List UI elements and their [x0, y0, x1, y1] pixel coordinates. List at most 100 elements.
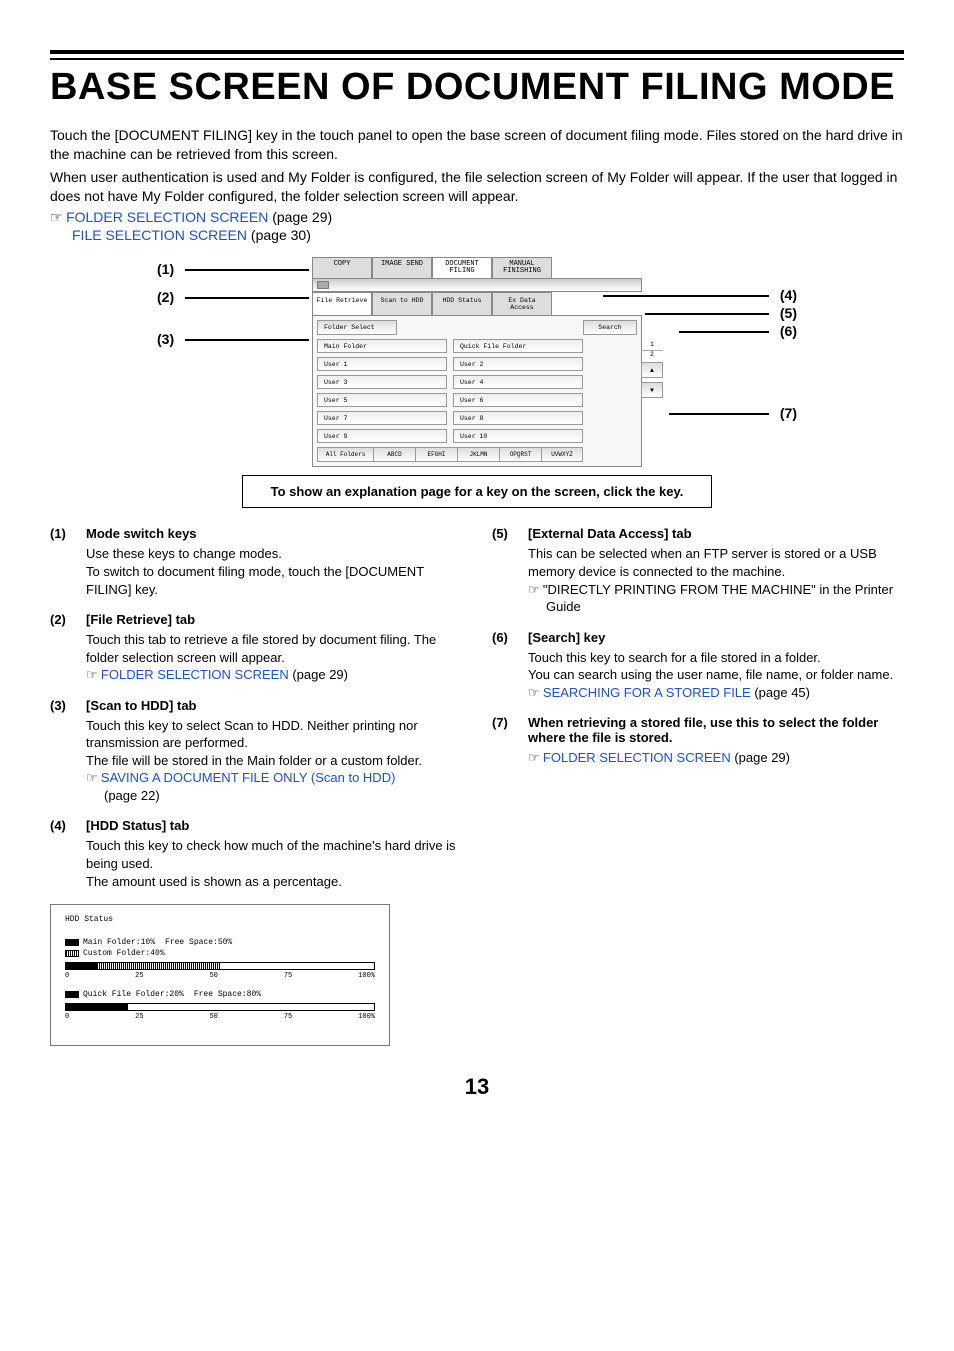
tab-document-filing[interactable]: DOCUMENT FILING: [432, 257, 492, 278]
alpha-uvwxyz[interactable]: UVWXYZ: [541, 447, 583, 462]
link-file-selection[interactable]: FILE SELECTION SCREEN: [72, 227, 247, 243]
tick: 75: [284, 972, 292, 980]
callout-4: (4): [780, 287, 797, 303]
intro-paragraph-2: When user authentication is used and My …: [50, 168, 904, 206]
item-title: [External Data Access] tab: [528, 526, 692, 541]
item-num: (6): [492, 630, 528, 645]
item-5: (5)[External Data Access] tab This can b…: [492, 526, 904, 615]
crossref-1-tail: (page 29): [268, 209, 332, 225]
ref-tail: (page 22): [104, 788, 160, 803]
body-line: Use these keys to change modes.: [86, 546, 282, 561]
item-7: (7)When retrieving a stored file, use th…: [492, 715, 904, 767]
folder-user4[interactable]: User 4: [453, 375, 583, 389]
hdd-free1: Free Space:50%: [165, 938, 232, 947]
tab-image-send[interactable]: IMAGE SEND: [372, 257, 432, 278]
hdd-custom-label: Custom Folder:40%: [65, 949, 165, 958]
page-total: 2: [641, 351, 663, 358]
tab-ex-data-access[interactable]: Ex Data Access: [492, 292, 552, 315]
pointer-icon: ☞: [50, 211, 66, 226]
item-title: Mode switch keys: [86, 526, 197, 541]
folder-user5[interactable]: User 5: [317, 393, 447, 407]
folder-user8[interactable]: User 8: [453, 411, 583, 425]
item-title: [Scan to HDD] tab: [86, 698, 197, 713]
pointer-icon: ☞: [86, 667, 101, 682]
pointer-icon: ☞: [528, 750, 543, 765]
link-folder-selection[interactable]: FOLDER SELECTION SCREEN: [543, 750, 731, 765]
hdd-quick-label: Quick File Folder:20%: [65, 990, 184, 999]
hdd-free2: Free Space:80%: [194, 990, 261, 999]
item-num: (1): [50, 526, 86, 541]
hdd-bar-1: [65, 962, 375, 970]
explanation-note: To show an explanation page for a key on…: [242, 475, 712, 508]
alpha-opqrst[interactable]: OPQRST: [499, 447, 541, 462]
tick: 0: [65, 1013, 69, 1021]
swatch-custom-icon: [65, 950, 79, 957]
body-line: Touch this key to check how much of the …: [86, 838, 456, 871]
page-down-button[interactable]: ▼: [641, 382, 663, 398]
link-scan-to-hdd[interactable]: SAVING A DOCUMENT FILE ONLY (Scan to HDD…: [101, 770, 396, 785]
folder-user2[interactable]: User 2: [453, 357, 583, 371]
folder-user6[interactable]: User 6: [453, 393, 583, 407]
body-line: The file will be stored in the Main fold…: [86, 753, 422, 768]
description-columns: (1)Mode switch keys Use these keys to ch…: [50, 526, 904, 1046]
link-folder-selection[interactable]: FOLDER SELECTION SCREEN: [101, 667, 289, 682]
body-line: Touch this key to search for a file stor…: [528, 650, 821, 665]
tab-hdd-status[interactable]: HDD Status: [432, 292, 492, 315]
alpha-all[interactable]: All Folders: [317, 447, 373, 462]
link-folder-selection[interactable]: FOLDER SELECTION SCREEN: [66, 209, 268, 225]
callout-3: (3): [157, 331, 174, 347]
callout-line: [185, 269, 309, 271]
bar-seg-custom: [97, 963, 220, 969]
ticks-2: 0255075100%: [65, 1013, 375, 1021]
pointer-icon: ☞: [86, 770, 101, 785]
filing-tabs: File Retrieve Scan to HDD HDD Status Ex …: [312, 292, 642, 315]
tab-manual-finishing[interactable]: MANUAL FINISHING: [492, 257, 552, 278]
alpha-efghi[interactable]: EFGHI: [415, 447, 457, 462]
tick: 0: [65, 972, 69, 980]
item-num: (7): [492, 715, 528, 745]
folder-select-button[interactable]: Folder Select: [317, 320, 397, 335]
folder-user3[interactable]: User 3: [317, 375, 447, 389]
tick: 25: [135, 972, 143, 980]
touch-panel: COPY IMAGE SEND DOCUMENT FILING MANUAL F…: [312, 257, 642, 467]
tab-copy[interactable]: COPY: [312, 257, 372, 278]
item-title: When retrieving a stored file, use this …: [528, 715, 904, 745]
status-strip: [312, 278, 642, 292]
item-3: (3)[Scan to HDD] tab Touch this key to s…: [50, 698, 462, 805]
folder-grid: Main Folder Quick File Folder User 1 User …: [317, 339, 637, 443]
item-title: [Search] key: [528, 630, 605, 645]
folder-user10[interactable]: User 10: [453, 429, 583, 443]
folder-quick[interactable]: Quick File Folder: [453, 339, 583, 353]
folder-main[interactable]: Main Folder: [317, 339, 447, 353]
alpha-abcd[interactable]: ABCD: [373, 447, 415, 462]
arrow-down-icon: ▼: [650, 387, 654, 394]
tab-scan-to-hdd[interactable]: Scan to HDD: [372, 292, 432, 315]
tab-file-retrieve[interactable]: File Retrieve: [312, 292, 372, 315]
pointer-icon: ☞: [528, 582, 543, 597]
item-title: [HDD Status] tab: [86, 818, 189, 833]
search-button[interactable]: Search: [583, 320, 637, 335]
item-num: (2): [50, 612, 86, 627]
callout-line: [645, 313, 769, 315]
callout-line: [669, 413, 769, 415]
tick: 50: [209, 1013, 217, 1021]
intro-paragraph-1: Touch the [DOCUMENT FILING] key in the t…: [50, 126, 904, 164]
panel-body: Folder Select Search Main Folder Quick Fi…: [312, 315, 642, 467]
body-line: You can search using the user name, file…: [528, 667, 893, 682]
folder-user7[interactable]: User 7: [317, 411, 447, 425]
ref-tail: (page 29): [731, 750, 790, 765]
body-line: The amount used is shown as a percentage…: [86, 874, 342, 889]
page-up-button[interactable]: ▲: [641, 362, 663, 378]
alpha-jklmn[interactable]: JKLMN: [457, 447, 499, 462]
callout-line: [185, 297, 309, 299]
mode-switch-tabs: COPY IMAGE SEND DOCUMENT FILING MANUAL F…: [312, 257, 642, 278]
body-line: Touch this tab to retrieve a file stored…: [86, 632, 436, 665]
folder-user1[interactable]: User 1: [317, 357, 447, 371]
ticks-1: 0255075100%: [65, 972, 375, 980]
panel-screenshot: (1) (2) (3) (4) (5) (6) (7) COPY IMAGE S…: [157, 257, 797, 467]
folder-user9[interactable]: User 9: [317, 429, 447, 443]
bar-seg-main: [66, 963, 97, 969]
link-searching[interactable]: SEARCHING FOR A STORED FILE: [543, 685, 751, 700]
callout-5: (5): [780, 305, 797, 321]
alpha-filter-row: All Folders ABCD EFGHI JKLMN OPQRST UVWX…: [317, 447, 637, 462]
